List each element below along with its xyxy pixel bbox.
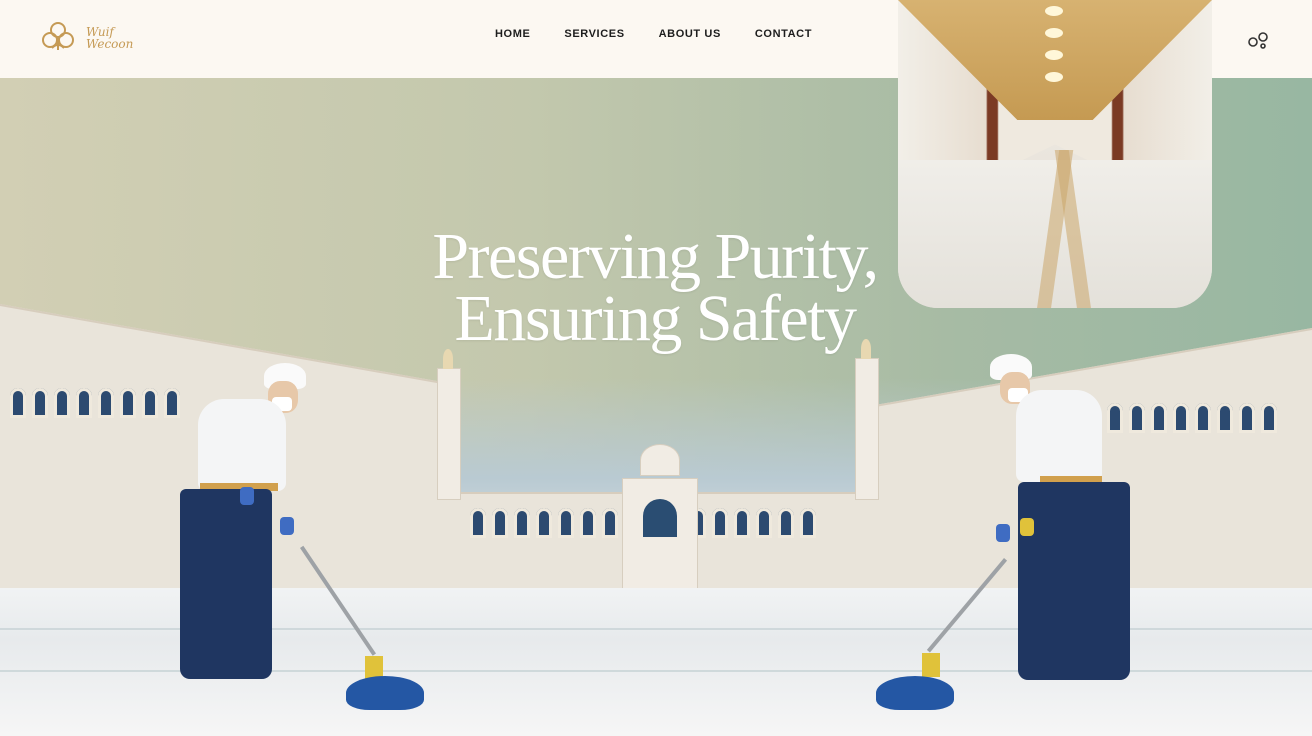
brand-logo[interactable]: Wuif Wecoon [38, 18, 146, 58]
arch [98, 388, 114, 418]
nav-services[interactable]: SERVICES [564, 28, 624, 40]
worker-glove [1020, 518, 1034, 536]
arch [120, 388, 136, 418]
worker-skirt [180, 489, 272, 679]
central-gate [622, 478, 698, 590]
worker-shirt [198, 399, 286, 491]
arch [756, 508, 772, 538]
arch [492, 508, 508, 538]
worker-skirt [1018, 482, 1130, 680]
arch [1195, 403, 1211, 433]
arch [1217, 403, 1233, 433]
nav-about-us[interactable]: ABOUT US [659, 28, 721, 40]
left-arch-row [10, 388, 180, 418]
hero-headline-line2: Ensuring Safety [454, 282, 857, 355]
worker-left [176, 363, 326, 693]
arch [1261, 403, 1277, 433]
nav-home[interactable]: HOME [495, 28, 530, 40]
hero-headline-line1: Preserving Purity, [432, 220, 879, 293]
arch [10, 388, 26, 418]
arch [712, 508, 728, 538]
worker-shirt [1016, 390, 1102, 482]
broom-head [346, 676, 424, 710]
right-minaret [855, 339, 879, 500]
link-rings-icon[interactable] [1246, 28, 1270, 52]
arch [470, 508, 486, 538]
arch [32, 388, 48, 418]
arch [1173, 403, 1189, 433]
left-minaret [437, 349, 461, 500]
arch [778, 508, 794, 538]
arch [536, 508, 552, 538]
worker-right [990, 354, 1150, 694]
broom-head [876, 676, 954, 710]
arch [800, 508, 816, 538]
worker-glove [996, 524, 1010, 542]
arch [580, 508, 596, 538]
hero-headline: Preserving Purity, Ensuring Safety [360, 220, 950, 355]
chandelier [1045, 6, 1063, 16]
broom-band [922, 653, 940, 677]
arch [734, 508, 750, 538]
flower-emblem-icon [42, 22, 74, 50]
arch [1151, 403, 1167, 433]
arch [76, 388, 92, 418]
arch [142, 388, 158, 418]
arch [514, 508, 530, 538]
main-nav: HOME SERVICES ABOUT US CONTACT [495, 28, 812, 40]
arch [1239, 403, 1255, 433]
central-dome [640, 444, 680, 476]
arch [602, 508, 618, 538]
brand-logo-text: Wuif Wecoon [86, 25, 134, 51]
nav-contact[interactable]: CONTACT [755, 28, 812, 40]
arch [54, 388, 70, 418]
corridor-image-card [898, 0, 1212, 308]
gate-door [643, 499, 677, 537]
worker-glove [280, 517, 294, 535]
arch [558, 508, 574, 538]
worker-glove [240, 487, 254, 505]
